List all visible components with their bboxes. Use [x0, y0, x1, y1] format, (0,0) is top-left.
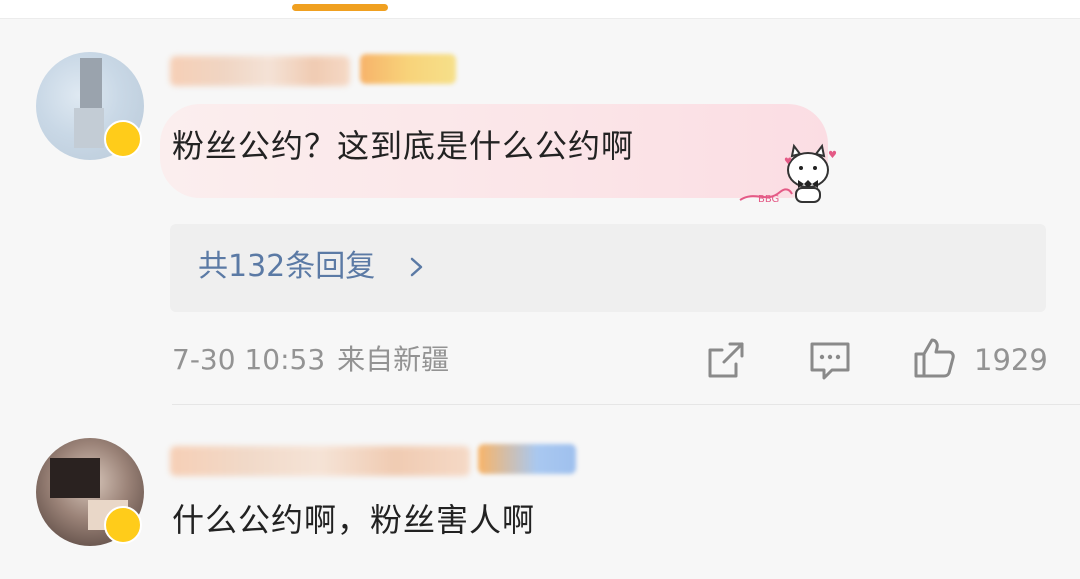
comment-icon[interactable]: [808, 338, 852, 382]
username-blurred[interactable]: [170, 56, 350, 86]
username-blurred[interactable]: [170, 446, 470, 476]
cat-bowtie-sticker-icon: BBG ♥ ♥: [739, 143, 837, 205]
avatar-pixel: [50, 458, 100, 498]
like-count: 1929: [974, 343, 1048, 377]
chevron-right-icon[interactable]: [406, 256, 428, 278]
comment-meta: 7-30 10:53 来自新疆: [172, 340, 449, 380]
avatar-pixel: [80, 58, 102, 108]
view-replies-link[interactable]: 共132条回复: [198, 247, 375, 287]
comment-divider: [172, 404, 1080, 405]
tab-bar: [0, 0, 1080, 19]
comment-location: 来自新疆: [337, 343, 450, 376]
svg-text:♥: ♥: [828, 150, 837, 161]
svg-text:♥: ♥: [784, 157, 792, 167]
active-tab-indicator: [292, 4, 388, 11]
svg-text:BBG: BBG: [758, 194, 779, 205]
avatar-pixel: [74, 108, 104, 148]
comment-time: 7-30 10:53: [172, 343, 326, 376]
fan-level-badge: [478, 444, 576, 474]
fan-level-badge: [360, 54, 456, 84]
verified-badge-icon: [104, 506, 142, 544]
share-icon[interactable]: [704, 338, 748, 382]
verified-badge-icon: [104, 120, 142, 158]
comment-text: 什么公约啊，粉丝害人啊: [172, 501, 536, 539]
comment-text: 粉丝公约？这到底是什么公约啊: [172, 127, 635, 165]
thumbs-up-icon[interactable]: [912, 336, 956, 380]
weibo-comment-list: 粉丝公约？这到底是什么公约啊 BBG ♥ ♥ 共132条回复 7-30 10:5…: [0, 0, 1080, 579]
